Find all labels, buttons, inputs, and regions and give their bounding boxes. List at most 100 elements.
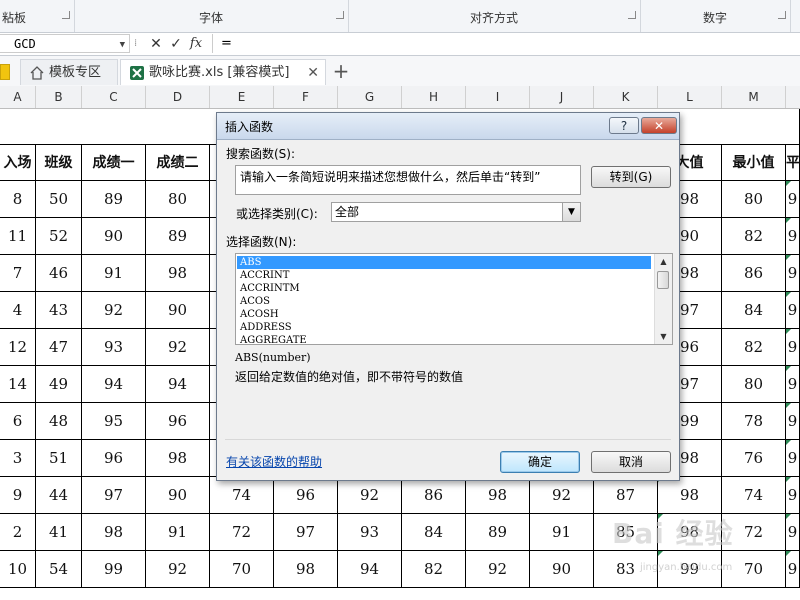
cancel-button[interactable]: 取消 (591, 451, 671, 473)
column-header-b[interactable]: B (36, 86, 82, 108)
name-box[interactable]: GCD ▼ (0, 34, 130, 53)
column-header-m[interactable]: M (722, 86, 786, 108)
column-header-h[interactable]: H (402, 86, 466, 108)
cell-n[interactable]: 9 (786, 292, 800, 329)
cell-f[interactable]: 97 (274, 514, 338, 551)
column-header-f[interactable]: F (274, 86, 338, 108)
cell-b[interactable]: 50 (36, 181, 82, 218)
cell-d[interactable]: 89 (146, 218, 210, 255)
cell-a[interactable]: 6 (0, 403, 36, 440)
cell-n[interactable]: 9 (786, 551, 800, 588)
header-cell-a[interactable]: 入场 (0, 145, 36, 181)
cell-g[interactable]: 93 (338, 514, 402, 551)
cell-m[interactable]: 80 (722, 181, 786, 218)
cell-b[interactable]: 41 (36, 514, 82, 551)
function-list-item[interactable]: AGGREGATE (237, 334, 651, 344)
function-list-item[interactable]: ABS (237, 256, 651, 269)
column-header-d[interactable]: D (146, 86, 210, 108)
cell-a[interactable]: 3 (0, 440, 36, 477)
search-function-input[interactable]: 请输入一条简短说明来描述您想做什么，然后单击“转到” (235, 165, 581, 195)
folder-icon[interactable] (0, 64, 10, 80)
dialog-titlebar[interactable]: 插入函数 ? ✕ (217, 113, 679, 140)
column-header-g[interactable]: G (338, 86, 402, 108)
cell-d[interactable]: 90 (146, 477, 210, 514)
insert-function-button[interactable]: fx (187, 35, 205, 53)
cell-n[interactable]: 9 (786, 218, 800, 255)
cell-j[interactable]: 90 (530, 551, 594, 588)
tab-workbook[interactable]: 歌咏比赛.xls [兼容模式] ✕ (120, 59, 326, 85)
cell-c[interactable]: 97 (82, 477, 146, 514)
cell-n[interactable]: 9 (786, 181, 800, 218)
dialog-launcher-icon[interactable] (778, 11, 786, 19)
column-header-i[interactable]: I (466, 86, 530, 108)
cell-a[interactable]: 7 (0, 255, 36, 292)
cell-e[interactable]: 70 (210, 551, 274, 588)
cell-h[interactable]: 82 (402, 551, 466, 588)
function-list-item[interactable]: ACOS (237, 295, 651, 308)
cell-h[interactable]: 84 (402, 514, 466, 551)
help-button[interactable]: ? (609, 117, 639, 134)
function-list-item[interactable]: ACCRINTM (237, 282, 651, 295)
ok-button[interactable]: 确定 (500, 451, 580, 473)
cell-c[interactable]: 98 (82, 514, 146, 551)
scroll-up-icon[interactable]: ▲ (655, 254, 672, 269)
cell-a[interactable]: 4 (0, 292, 36, 329)
cell-f[interactable]: 98 (274, 551, 338, 588)
cell-m[interactable]: 82 (722, 329, 786, 366)
cell-a[interactable]: 2 (0, 514, 36, 551)
function-help-link[interactable]: 有关该函数的帮助 (226, 453, 322, 470)
cell-d[interactable]: 80 (146, 181, 210, 218)
category-select[interactable]: 全部 ▼ (331, 202, 581, 222)
header-cell-c[interactable]: 成绩一 (82, 145, 146, 181)
close-button[interactable]: ✕ (641, 117, 677, 134)
cell-d[interactable]: 98 (146, 440, 210, 477)
cell-b[interactable]: 44 (36, 477, 82, 514)
cell-k[interactable]: 87 (594, 477, 658, 514)
function-list-item[interactable]: ACOSH (237, 308, 651, 321)
cell-l[interactable]: 98 (658, 477, 722, 514)
go-button[interactable]: 转到(G) (591, 166, 671, 188)
cell-i[interactable]: 89 (466, 514, 530, 551)
cell-j[interactable]: 91 (530, 514, 594, 551)
cell-b[interactable]: 49 (36, 366, 82, 403)
cell-d[interactable]: 92 (146, 551, 210, 588)
cancel-formula-button[interactable]: ✕ (147, 35, 165, 53)
column-header-a[interactable]: A (0, 86, 36, 108)
cell-a[interactable]: 10 (0, 551, 36, 588)
column-header-e[interactable]: E (210, 86, 274, 108)
function-list-scrollbar[interactable]: ▲ ▼ (654, 254, 672, 344)
cell-c[interactable]: 93 (82, 329, 146, 366)
close-icon[interactable]: ✕ (307, 60, 319, 86)
cell-d[interactable]: 90 (146, 292, 210, 329)
cell-d[interactable]: 98 (146, 255, 210, 292)
cell-m[interactable]: 84 (722, 292, 786, 329)
cell-c[interactable]: 94 (82, 366, 146, 403)
cell-m[interactable]: 80 (722, 366, 786, 403)
cell-n[interactable]: 9 (786, 403, 800, 440)
dialog-launcher-icon[interactable] (62, 11, 70, 19)
cell-c[interactable]: 92 (82, 292, 146, 329)
cell-a[interactable]: 12 (0, 329, 36, 366)
cell-m[interactable]: 74 (722, 477, 786, 514)
cell-d[interactable]: 91 (146, 514, 210, 551)
cell-f[interactable]: 96 (274, 477, 338, 514)
column-header-c[interactable]: C (82, 86, 146, 108)
splitter-handle[interactable]: ⁞ (134, 38, 137, 49)
tab-templates[interactable]: 模板专区 (20, 59, 118, 85)
cell-d[interactable]: 92 (146, 329, 210, 366)
cell-c[interactable]: 95 (82, 403, 146, 440)
cell-m[interactable]: 78 (722, 403, 786, 440)
cell-a[interactable]: 11 (0, 218, 36, 255)
cell-a[interactable]: 9 (0, 477, 36, 514)
cell-m[interactable]: 76 (722, 440, 786, 477)
function-list-item[interactable]: ACCRINT (237, 269, 651, 282)
header-cell-b[interactable]: 班级 (36, 145, 82, 181)
column-header-n[interactable] (786, 86, 800, 108)
cell-m[interactable]: 86 (722, 255, 786, 292)
scroll-down-icon[interactable]: ▼ (655, 329, 672, 344)
cell-g[interactable]: 92 (338, 477, 402, 514)
chevron-down-icon[interactable]: ▼ (120, 36, 125, 55)
header-cell-n[interactable]: 平 (786, 145, 800, 181)
cell-c[interactable]: 99 (82, 551, 146, 588)
cell-i[interactable]: 92 (466, 551, 530, 588)
